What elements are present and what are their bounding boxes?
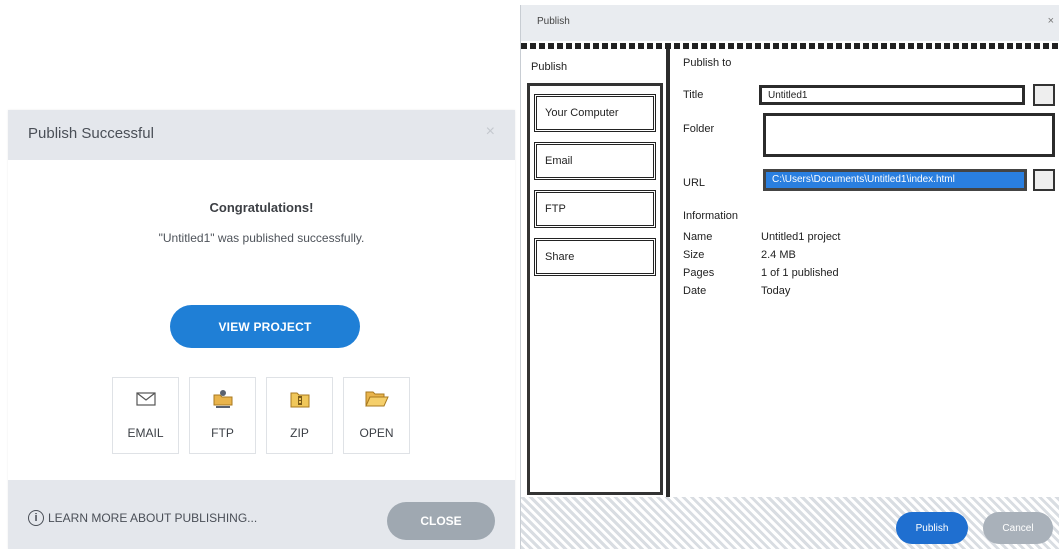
- pane-divider: [666, 49, 670, 499]
- learn-more-text: LEARN MORE ABOUT PUBLISHING...: [48, 511, 258, 525]
- ftp-option-label: FTP: [211, 426, 234, 440]
- window-title: Publish: [537, 16, 570, 27]
- info-value: 2.4 MB: [761, 249, 796, 261]
- information-heading: Information: [683, 210, 739, 222]
- dialog-footer: i LEARN MORE ABOUT PUBLISHING... CLOSE: [8, 480, 515, 549]
- url-field[interactable]: C:\Users\Documents\Untitled1\index.html: [763, 169, 1027, 191]
- info-value: Today: [761, 285, 791, 297]
- email-option[interactable]: EMAIL: [112, 377, 179, 454]
- learn-more-link[interactable]: i LEARN MORE ABOUT PUBLISHING...: [28, 510, 257, 526]
- window-close-icon[interactable]: ×: [1048, 15, 1054, 27]
- folder-label: Folder: [683, 123, 715, 135]
- close-icon[interactable]: ×: [486, 123, 495, 141]
- info-key: Name: [683, 231, 713, 243]
- toolbar-strip: [521, 43, 1059, 49]
- open-option-label: OPEN: [359, 426, 394, 440]
- publish-button[interactable]: Publish: [896, 512, 968, 544]
- info-value: Untitled1 project: [761, 231, 841, 243]
- success-message: "Untitled1" was published successfully.: [158, 231, 365, 245]
- cancel-button[interactable]: Cancel: [983, 512, 1053, 544]
- sidebar-item-computer[interactable]: Your Computer: [534, 94, 656, 132]
- info-key: Date: [683, 285, 707, 297]
- open-folder-icon: [344, 388, 409, 410]
- info-key: Size: [683, 249, 705, 261]
- sidebar-item-ftp[interactable]: FTP: [534, 190, 656, 228]
- ftp-folder-icon: [190, 388, 255, 410]
- publish-sidebar: Your Computer Email FTP Share: [527, 83, 663, 495]
- info-key: Pages: [683, 267, 715, 279]
- browse-icon[interactable]: [1033, 84, 1055, 106]
- title-label: Title: [683, 89, 704, 101]
- publish-successful-dialog: Publish Successful × Congratulations! "U…: [8, 110, 515, 549]
- copy-icon[interactable]: [1033, 169, 1055, 191]
- dialog-header: Publish Successful ×: [8, 110, 515, 160]
- window-title-bar: Publish ×: [521, 5, 1059, 41]
- url-label: URL: [683, 177, 706, 189]
- zip-folder-icon: [267, 388, 332, 410]
- sidebar-item-email[interactable]: Email: [534, 142, 656, 180]
- open-option[interactable]: OPEN: [343, 377, 410, 454]
- dialog-title: Publish Successful: [28, 125, 154, 142]
- view-project-button[interactable]: VIEW PROJECT: [170, 305, 360, 348]
- zip-option[interactable]: ZIP: [266, 377, 333, 454]
- title-field[interactable]: Untitled1: [759, 85, 1025, 105]
- sidebar-item-share[interactable]: Share: [534, 238, 656, 276]
- congratulations-heading: Congratulations!: [209, 200, 314, 215]
- email-option-label: EMAIL: [127, 426, 164, 440]
- folder-field[interactable]: [763, 113, 1055, 157]
- section-heading: Publish to: [683, 57, 732, 69]
- publish-window: Publish × Publish Publish to Your Comput…: [520, 5, 1059, 549]
- ftp-option[interactable]: FTP: [189, 377, 256, 454]
- close-button[interactable]: CLOSE: [387, 502, 495, 540]
- info-value: 1 of 1 published: [761, 267, 839, 279]
- info-icon: i: [28, 510, 44, 526]
- zip-option-label: ZIP: [290, 426, 309, 440]
- envelope-icon: [113, 388, 178, 410]
- sidebar-heading: Publish: [531, 61, 568, 73]
- window-footer: [521, 497, 1059, 549]
